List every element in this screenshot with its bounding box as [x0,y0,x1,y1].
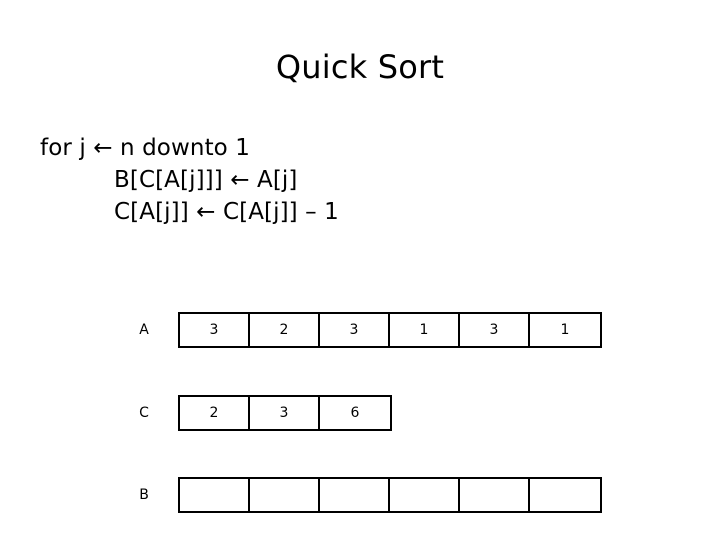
array-cell: 1 [390,314,460,346]
array-label-a: A [139,322,149,338]
array-label-c: C [139,405,149,421]
array-cell [460,479,530,511]
array-cell: 3 [460,314,530,346]
array-cell: 3 [180,314,250,346]
array-cells-b [178,477,602,513]
array-cell: 6 [350,405,360,421]
array-diagram: A 3 2 3 1 3 1 C 2 3 6 B [0,0,720,540]
array-cell [180,479,250,511]
array-cell [390,479,460,511]
slide-canvas: Quick Sort for j ← n downto 1 B[C[A[j]]]… [0,0,720,540]
array-cell: 3 [250,397,320,429]
array-cell: 3 [320,314,390,346]
array-cell: 2 [180,397,250,429]
array-cells-a: 3 2 3 1 3 1 [178,312,602,348]
array-cell: 1 [560,322,570,338]
array-cell [250,479,320,511]
array-cells-c: 2 3 6 [178,395,392,431]
array-cell [320,479,390,511]
array-cell [530,479,600,511]
array-label-b: B [139,487,149,503]
array-cell: 2 [250,314,320,346]
